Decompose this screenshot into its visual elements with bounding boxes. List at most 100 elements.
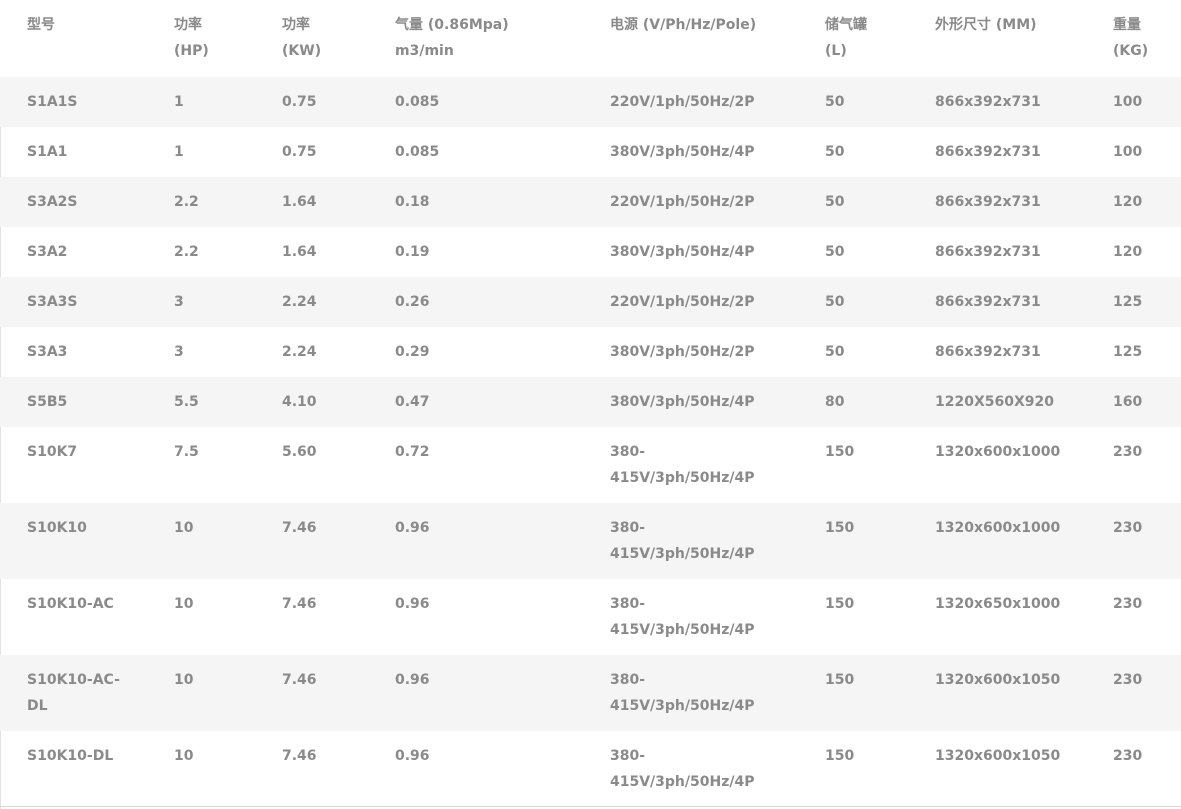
cell-model: S5B5 (27, 394, 68, 410)
cell-hp: 2.2 (174, 194, 199, 210)
cell-hp: 7.5 (174, 444, 199, 460)
cell-tank: 50 (825, 294, 845, 310)
cell-model: S3A3 (27, 344, 68, 360)
cell-weight: 125 (1113, 344, 1143, 360)
cell-tank: 150 (825, 596, 855, 612)
header-air-volume: 气量 (0.86Mpa) m3/min (395, 17, 509, 59)
cell-kw: 2.24 (282, 294, 317, 310)
cell-weight: 230 (1113, 596, 1143, 612)
header-power-kw: 功率 (KW) (282, 17, 322, 59)
table-row: S1A1 1 0.75 0.085 380V/3ph/50Hz/4P 50 86… (0, 127, 1181, 177)
cell-tank: 150 (825, 748, 855, 764)
cell-supply: 220V/1ph/50Hz/2P (610, 94, 755, 110)
table-row: S10K10-DL 10 7.46 0.96 380- 415V/3ph/50H… (0, 731, 1181, 807)
cell-weight: 125 (1113, 294, 1143, 310)
cell-weight: 160 (1113, 394, 1143, 410)
cell-kw: 7.46 (282, 748, 317, 764)
cell-dimensions: 1320x600x1050 (935, 672, 1061, 688)
table-row: S3A2 2.2 1.64 0.19 380V/3ph/50Hz/4P 50 8… (0, 227, 1181, 277)
cell-kw: 1.64 (282, 194, 317, 210)
cell-dimensions: 866x392x731 (935, 244, 1041, 260)
cell-hp: 2.2 (174, 244, 199, 260)
cell-dimensions: 1320x600x1000 (935, 520, 1061, 536)
cell-kw: 0.75 (282, 144, 317, 160)
table-row: S3A3S 3 2.24 0.26 220V/1ph/50Hz/2P 50 86… (0, 277, 1181, 327)
spec-table: 型号 功率 (HP) 功率 (KW) 气量 (0.86Mpa) m3/min 电… (0, 0, 1181, 809)
header-tank: 储气罐 (L) (825, 17, 867, 59)
cell-kw: 5.60 (282, 444, 317, 460)
header-model: 型号 (27, 17, 55, 33)
cell-air: 0.18 (395, 194, 430, 210)
table-row: S10K10-AC 10 7.46 0.96 380- 415V/3ph/50H… (0, 579, 1181, 655)
cell-hp: 10 (174, 672, 194, 688)
table-header-row: 型号 功率 (HP) 功率 (KW) 气量 (0.86Mpa) m3/min 电… (0, 0, 1181, 77)
cell-tank: 50 (825, 144, 845, 160)
cell-supply: 380V/3ph/50Hz/2P (610, 344, 755, 360)
table-row: S10K10-AC- DL 10 7.46 0.96 380- 415V/3ph… (0, 655, 1181, 731)
cell-air: 0.26 (395, 294, 430, 310)
cell-dimensions: 1220X560X920 (935, 394, 1054, 410)
cell-air: 0.29 (395, 344, 430, 360)
cell-weight: 230 (1113, 444, 1143, 460)
table-row: S3A2S 2.2 1.64 0.18 220V/1ph/50Hz/2P 50 … (0, 177, 1181, 227)
cell-air: 0.96 (395, 596, 430, 612)
cell-dimensions: 866x392x731 (935, 344, 1041, 360)
cell-air: 0.085 (395, 144, 440, 160)
cell-hp: 1 (174, 94, 184, 110)
cell-air: 0.96 (395, 672, 430, 688)
cell-kw: 4.10 (282, 394, 317, 410)
cell-kw: 2.24 (282, 344, 317, 360)
cell-weight: 100 (1113, 144, 1143, 160)
cell-model: S10K10-AC (27, 596, 114, 612)
header-power-supply: 电源 (V/Ph/Hz/Pole) (610, 17, 757, 33)
cell-supply: 380- 415V/3ph/50Hz/4P (610, 748, 755, 790)
cell-supply: 220V/1ph/50Hz/2P (610, 294, 755, 310)
cell-supply: 380V/3ph/50Hz/4P (610, 394, 755, 410)
cell-hp: 5.5 (174, 394, 199, 410)
cell-hp: 10 (174, 596, 194, 612)
table-row: S5B5 5.5 4.10 0.47 380V/3ph/50Hz/4P 80 1… (0, 377, 1181, 427)
cell-air: 0.19 (395, 244, 430, 260)
cell-weight: 230 (1113, 520, 1143, 536)
cell-tank: 50 (825, 244, 845, 260)
cell-model: S3A3S (27, 294, 78, 310)
cell-air: 0.96 (395, 520, 430, 536)
cell-supply: 380- 415V/3ph/50Hz/4P (610, 444, 755, 486)
table-row: S3A3 3 2.24 0.29 380V/3ph/50Hz/2P 50 866… (0, 327, 1181, 377)
table-row: S1A1S 1 0.75 0.085 220V/1ph/50Hz/2P 50 8… (0, 77, 1181, 127)
cell-weight: 230 (1113, 672, 1143, 688)
cell-hp: 3 (174, 294, 184, 310)
cell-dimensions: 1320x600x1000 (935, 444, 1061, 460)
cell-supply: 380- 415V/3ph/50Hz/4P (610, 672, 755, 714)
cell-kw: 0.75 (282, 94, 317, 110)
cell-model: S10K10-DL (27, 748, 114, 764)
cell-hp: 3 (174, 344, 184, 360)
cell-model: S3A2S (27, 194, 78, 210)
cell-tank: 150 (825, 672, 855, 688)
cell-tank: 150 (825, 444, 855, 460)
cell-air: 0.47 (395, 394, 430, 410)
header-dimensions: 外形尺寸 (MM) (935, 17, 1037, 33)
cell-tank: 50 (825, 94, 845, 110)
cell-model: S1A1 (27, 144, 68, 160)
cell-weight: 120 (1113, 194, 1143, 210)
cell-dimensions: 866x392x731 (935, 144, 1041, 160)
header-power-hp: 功率 (HP) (174, 17, 209, 59)
cell-air: 0.96 (395, 748, 430, 764)
cell-kw: 7.46 (282, 672, 317, 688)
cell-weight: 230 (1113, 748, 1143, 764)
cell-supply: 380V/3ph/50Hz/4P (610, 144, 755, 160)
cell-tank: 80 (825, 394, 845, 410)
cell-hp: 1 (174, 144, 184, 160)
cell-air: 0.085 (395, 94, 440, 110)
cell-tank: 50 (825, 344, 845, 360)
cell-kw: 1.64 (282, 244, 317, 260)
cell-air: 0.72 (395, 444, 430, 460)
cell-model: S10K7 (27, 444, 78, 460)
cell-dimensions: 866x392x731 (935, 94, 1041, 110)
cell-supply: 220V/1ph/50Hz/2P (610, 194, 755, 210)
cell-kw: 7.46 (282, 596, 317, 612)
cell-model: S10K10-AC- DL (27, 672, 120, 714)
cell-kw: 7.46 (282, 520, 317, 536)
cell-tank: 50 (825, 194, 845, 210)
